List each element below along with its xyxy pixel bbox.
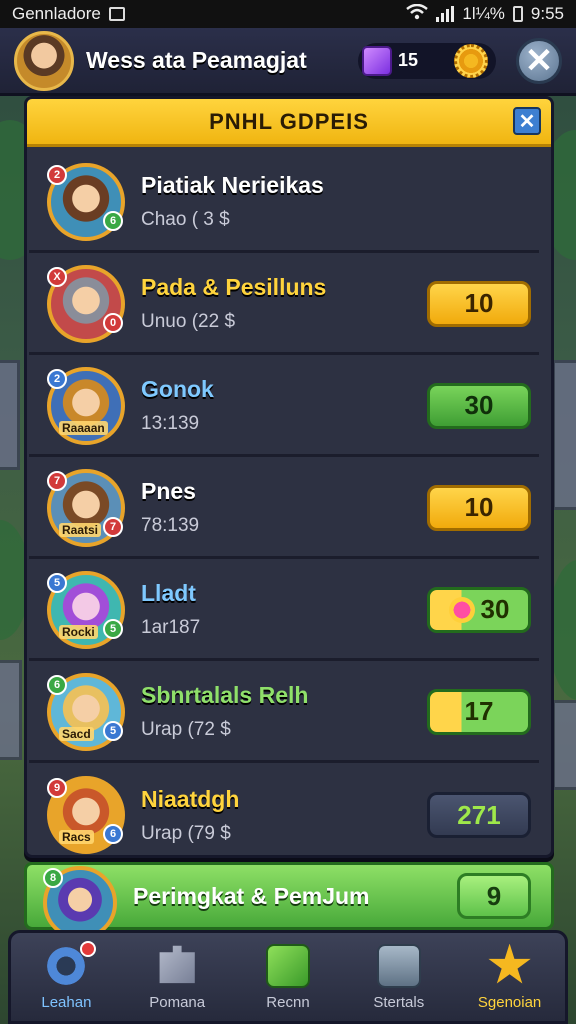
list-item[interactable]: 7 7 Raatsi Pnes 78:139 10 bbox=[29, 459, 539, 559]
clock: 9:55 bbox=[530, 4, 564, 23]
nav-item-chest[interactable]: Stertals bbox=[347, 935, 451, 1019]
nav-item-star[interactable]: Sgenoian bbox=[458, 935, 562, 1019]
signal-icon bbox=[436, 6, 455, 22]
item-name: Piatiak Nerieikas bbox=[141, 172, 324, 198]
cube-icon bbox=[265, 943, 310, 988]
promo-row[interactable]: 8 Perimgkat & PemJum 9 bbox=[24, 862, 554, 940]
bottom-nav: Leahan Pomana Recnn Stertals Sgenoian bbox=[8, 930, 568, 1024]
avatar: 9 6 Racs bbox=[47, 776, 125, 854]
nav-label: Pomana bbox=[149, 993, 206, 1011]
avatar-tag: Rocki bbox=[59, 624, 98, 639]
avatar: 7 7 Raatsi bbox=[47, 468, 125, 547]
list-item[interactable]: 5 5 Rocki Lladt 1ar187 30 bbox=[29, 561, 539, 661]
close-icon: ✕ bbox=[524, 41, 554, 80]
avatar-tag: Racs bbox=[59, 830, 94, 844]
nav-label: Sgenoian bbox=[477, 993, 542, 1011]
item-sub: 13:139 bbox=[141, 413, 200, 434]
value-button[interactable]: 30 bbox=[427, 586, 531, 633]
item-sub: Unuo (22 $ bbox=[141, 311, 236, 332]
item-name: Pada & Pesilluns bbox=[141, 274, 327, 300]
item-name: Niaatdgh bbox=[141, 785, 240, 812]
item-sub: Urap (72 $ bbox=[141, 719, 231, 740]
carrier-label: Gennladore bbox=[12, 4, 101, 23]
panel-close-button[interactable]: ✕ bbox=[513, 107, 541, 135]
item-name: Pnes bbox=[141, 478, 196, 504]
status-bar: Gennladore 1l¼% 9:55 bbox=[0, 0, 576, 28]
nav-label: Stertals bbox=[373, 993, 425, 1011]
nav-item-cube[interactable]: Recnn bbox=[236, 935, 340, 1019]
promo-button[interactable]: 9 bbox=[457, 873, 531, 919]
nav-label: Leahan bbox=[41, 993, 92, 1011]
avatar: 5 5 Rocki bbox=[47, 570, 125, 649]
list-item[interactable]: 2 Raaaan Gonok 13:139 30 bbox=[29, 357, 539, 457]
value-button[interactable]: 271 bbox=[427, 792, 531, 838]
chest-icon bbox=[376, 943, 421, 988]
item-sub: 1ar187 bbox=[141, 617, 201, 638]
value-button[interactable]: 30 bbox=[427, 382, 531, 429]
avatar: 26 bbox=[47, 162, 125, 241]
value-button[interactable]: 10 bbox=[427, 484, 531, 531]
item-name: Gonok bbox=[141, 376, 214, 402]
puzzle-icon bbox=[159, 945, 195, 984]
player-avatar[interactable] bbox=[14, 30, 74, 91]
header-title: Wess ata Peamagjat bbox=[86, 47, 307, 73]
item-sub: 78:139 bbox=[141, 515, 200, 536]
battery-icon bbox=[512, 6, 523, 22]
avatar: 8 bbox=[43, 866, 117, 940]
nav-item-puzzle[interactable]: Pomana bbox=[125, 935, 229, 1019]
nav-item-home[interactable]: Leahan bbox=[14, 935, 118, 1019]
gallery-icon bbox=[108, 7, 125, 21]
avatar: X0 bbox=[47, 264, 125, 343]
value-button[interactable]: 10 bbox=[427, 280, 531, 327]
wifi-icon bbox=[406, 3, 429, 25]
close-icon: ✕ bbox=[518, 110, 536, 133]
promo-name: Perimgkat & PemJum bbox=[133, 882, 370, 909]
top-header: Wess ata Peamagjat 15 ✕ bbox=[0, 28, 576, 96]
gear-icon[interactable] bbox=[454, 43, 488, 78]
close-button[interactable]: ✕ bbox=[516, 37, 562, 84]
list-item[interactable]: 6 5 Sacd Sbnrtalals Relh Urap (72 $ 17 bbox=[29, 663, 539, 763]
list-item[interactable]: X0 Pada & Pesilluns Unuo (22 $ 10 bbox=[29, 255, 539, 355]
notification-badge bbox=[80, 941, 97, 957]
avatar: 6 5 Sacd bbox=[47, 672, 125, 751]
item-name: Sbnrtalals Relh bbox=[141, 682, 309, 708]
nav-label: Recnn bbox=[266, 993, 310, 1011]
status-text: 1l¼% bbox=[462, 4, 505, 23]
avatar-tag: Raaaan bbox=[59, 420, 108, 435]
avatar-tag: Sacd bbox=[59, 726, 94, 741]
star-icon bbox=[488, 943, 531, 984]
avatar: 2 Raaaan bbox=[47, 366, 125, 445]
list-item[interactable]: 26 Piatiak Nerieikas Chao ( 3 $ bbox=[29, 153, 539, 253]
panel-title: PNHL GDPEIS bbox=[209, 108, 369, 134]
list-item[interactable]: 9 6 Racs Niaatdgh Urap (79 $ 271 bbox=[29, 765, 539, 865]
value-button[interactable]: 17 bbox=[427, 688, 531, 735]
gem-count: 15 bbox=[398, 50, 419, 70]
item-sub: Chao ( 3 $ bbox=[141, 209, 230, 230]
heart-icon bbox=[448, 596, 475, 623]
panel-header: PNHL GDPEIS ✕ bbox=[27, 99, 551, 147]
avatar-tag: Raatsi bbox=[59, 522, 102, 537]
leaderboard-panel: PNHL GDPEIS ✕ 26 Piatiak Nerieikas Chao … bbox=[24, 96, 554, 858]
value-button-label: 30 bbox=[480, 594, 510, 624]
gem-counter[interactable]: 15 bbox=[358, 42, 496, 79]
item-name: Lladt bbox=[141, 580, 196, 606]
item-sub: Urap (79 $ bbox=[141, 822, 231, 844]
gem-icon bbox=[362, 45, 392, 76]
